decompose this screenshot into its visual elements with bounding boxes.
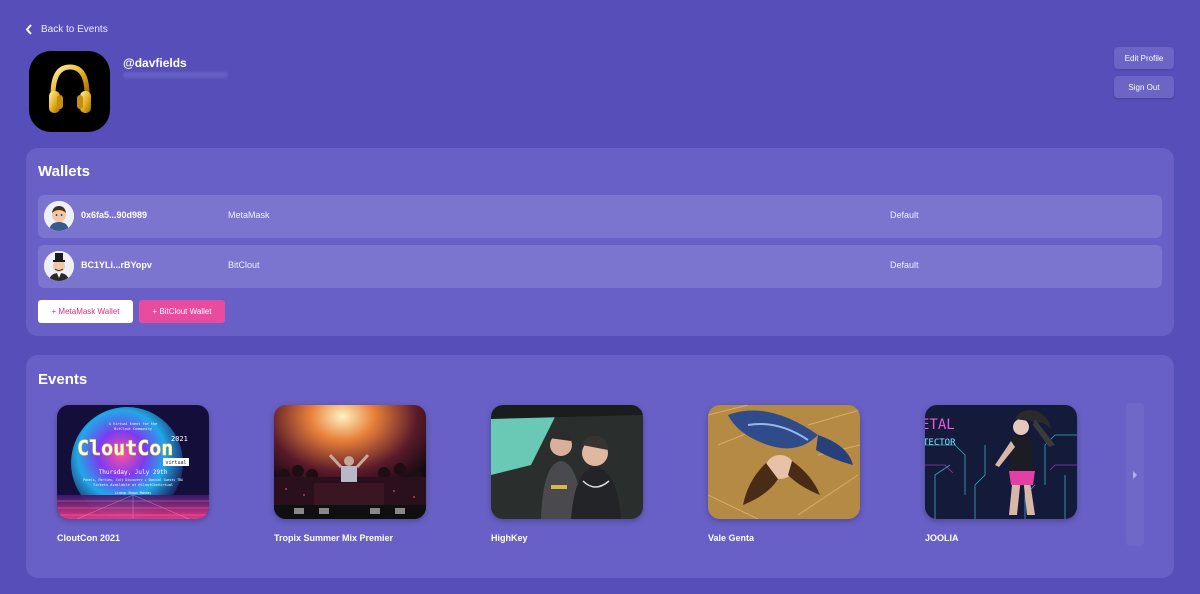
profile-subtitle-blurred xyxy=(123,72,228,78)
event-card-joolia[interactable]: ETAL TECTOR JOOLIA xyxy=(925,405,1077,543)
event-card-tropix[interactable]: Tropix Summer Mix Premier xyxy=(274,405,426,543)
joolia-text2: TECTOR xyxy=(925,438,956,448)
back-to-events-link[interactable]: Back to Events xyxy=(25,24,108,35)
wallet-avatar xyxy=(44,251,74,281)
wallet-address: BC1YLi...rBYopv xyxy=(81,260,152,270)
wallet-avatar xyxy=(44,201,74,231)
chevron-left-icon xyxy=(25,24,32,35)
event-image xyxy=(708,405,860,519)
event-name: Vale Genta xyxy=(708,533,755,543)
event-name: CloutCon 2021 xyxy=(57,533,121,543)
joolia-text1: ETAL xyxy=(925,417,955,433)
sign-out-button[interactable]: Sign Out xyxy=(1114,76,1174,98)
poster-line1: A Virtual Event for the xyxy=(109,422,157,426)
profile-avatar xyxy=(29,51,110,132)
poster-date: Thursday, July 29th xyxy=(99,469,168,476)
events-title: Events xyxy=(38,371,88,388)
poster-line2: BitClout Community xyxy=(114,427,152,431)
poster-tag: virtual xyxy=(165,460,186,466)
wallet-row[interactable]: BC1YLi...rBYopv BitClout Default xyxy=(38,245,1162,288)
event-image xyxy=(274,405,426,519)
poster-year: 2021 xyxy=(171,435,188,443)
add-bitclout-wallet-button[interactable]: + BitClout Wallet xyxy=(139,300,225,323)
wallet-type: MetaMask xyxy=(228,210,270,220)
event-image: ETAL TECTOR xyxy=(925,405,1077,519)
event-image xyxy=(491,405,643,519)
events-panel: Events A Virtual Event for the BitClout … xyxy=(26,355,1174,578)
wallets-panel: Wallets 0x6fa5...90d989 MetaMask Default xyxy=(26,148,1174,336)
event-card-vale-genta[interactable]: Vale Genta xyxy=(708,405,860,543)
top-hat-avatar-icon xyxy=(44,251,74,281)
car-portrait-image xyxy=(491,405,643,519)
cloutcon-poster-image: A Virtual Event for the BitClout Communi… xyxy=(57,405,209,519)
concert-crowd-image xyxy=(274,405,426,519)
wallet-row[interactable]: 0x6fa5...90d989 MetaMask Default xyxy=(38,195,1162,238)
wallet-default-status: Default xyxy=(890,260,919,270)
headphones-icon xyxy=(49,64,91,113)
chevron-right-icon xyxy=(1133,470,1137,479)
wallet-address: 0x6fa5...90d989 xyxy=(81,210,148,220)
wallet-default-status: Default xyxy=(890,210,919,220)
event-card-cloutcon[interactable]: A Virtual Event for the BitClout Communi… xyxy=(57,405,209,543)
wallet-type: BitClout xyxy=(228,260,260,270)
profile-username: @davfields xyxy=(123,56,187,70)
wallets-title: Wallets xyxy=(38,163,90,180)
event-name: JOOLIA xyxy=(925,533,959,543)
hay-portrait-image xyxy=(708,405,860,519)
back-label: Back to Events xyxy=(41,24,108,35)
poster-topics: Panels, Parties, Cult Discovery + Specia… xyxy=(83,478,183,482)
event-image: A Virtual Event for the BitClout Communi… xyxy=(57,405,209,519)
cyber-performer-image: ETAL TECTOR xyxy=(925,405,1077,519)
event-card-highkey[interactable]: HighKey xyxy=(491,405,643,543)
add-metamask-wallet-button[interactable]: + MetaMask Wallet xyxy=(38,300,133,323)
event-name: Tropix Summer Mix Premier xyxy=(274,533,394,543)
poster-title: CloutCon xyxy=(77,436,173,460)
edit-profile-button[interactable]: Edit Profile xyxy=(1114,47,1174,69)
poster-lineup: Lineup Shown Monday xyxy=(115,491,152,495)
event-name: HighKey xyxy=(491,533,528,543)
poster-tickets: Tickets Available at @CloutConVirtual xyxy=(93,483,173,487)
person-avatar-icon xyxy=(44,201,74,231)
events-next-arrow[interactable] xyxy=(1126,403,1144,546)
